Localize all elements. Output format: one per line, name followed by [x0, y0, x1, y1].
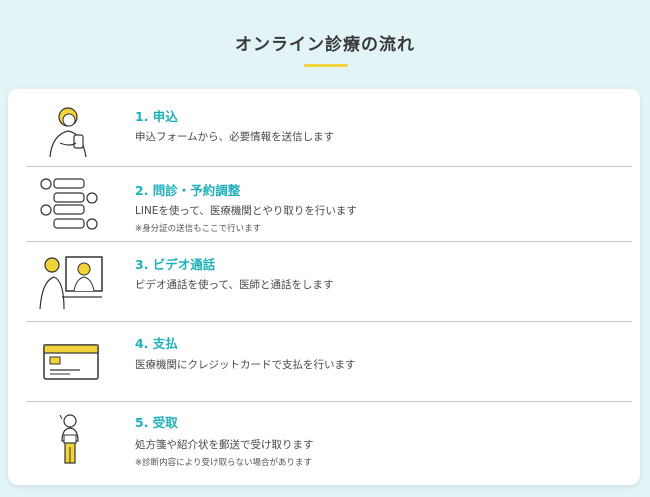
step-note: ※身分証の送信もここで行います [135, 224, 262, 234]
step-description: LINEを使って、医療機関とやり取りを行います [135, 205, 357, 217]
chat-messages-icon [36, 176, 106, 236]
step-apply: 1. 申込 申込フォームから、必要情報を送信します [26, 89, 632, 167]
person-with-phone-icon [36, 101, 106, 161]
page-title: オンライン診療の流れ [235, 35, 415, 55]
step-description: 処方箋や紹介状を郵送で受け取ります [135, 439, 314, 451]
step-title: 4. 支払 [135, 336, 178, 351]
step-payment: 4. 支払 医療機関にクレジットカードで支払を行います [26, 321, 632, 402]
step-consultation: 2. 問診・予約調整 LINEを使って、医療機関とやり取りを行います ※身分証の… [26, 166, 632, 242]
title-underline [304, 64, 348, 67]
step-title: 3. ビデオ通話 [135, 257, 216, 272]
step-video-call: 3. ビデオ通話 ビデオ通話を使って、医師と通話をします [26, 241, 632, 322]
step-title: 1. 申込 [135, 109, 178, 124]
credit-card-icon [36, 333, 106, 393]
step-description: 申込フォームから、必要情報を送信します [135, 131, 335, 143]
video-call-icon [36, 253, 106, 313]
step-title: 5. 受取 [135, 415, 178, 430]
step-description: ビデオ通話を使って、医師と通話をします [135, 279, 334, 291]
step-receive: 5. 受取 処方箋や紹介状を郵送で受け取ります ※診断内容により受け取らない場合… [26, 401, 632, 485]
receiving-person-icon [36, 411, 106, 471]
flow-card: 1. 申込 申込フォームから、必要情報を送信します 2. 問診・予約調整 LIN… [8, 89, 640, 485]
step-title: 2. 問診・予約調整 [135, 183, 241, 198]
step-description: 医療機関にクレジットカードで支払を行います [135, 359, 356, 371]
step-note: ※診断内容により受け取らない場合があります [135, 458, 312, 468]
